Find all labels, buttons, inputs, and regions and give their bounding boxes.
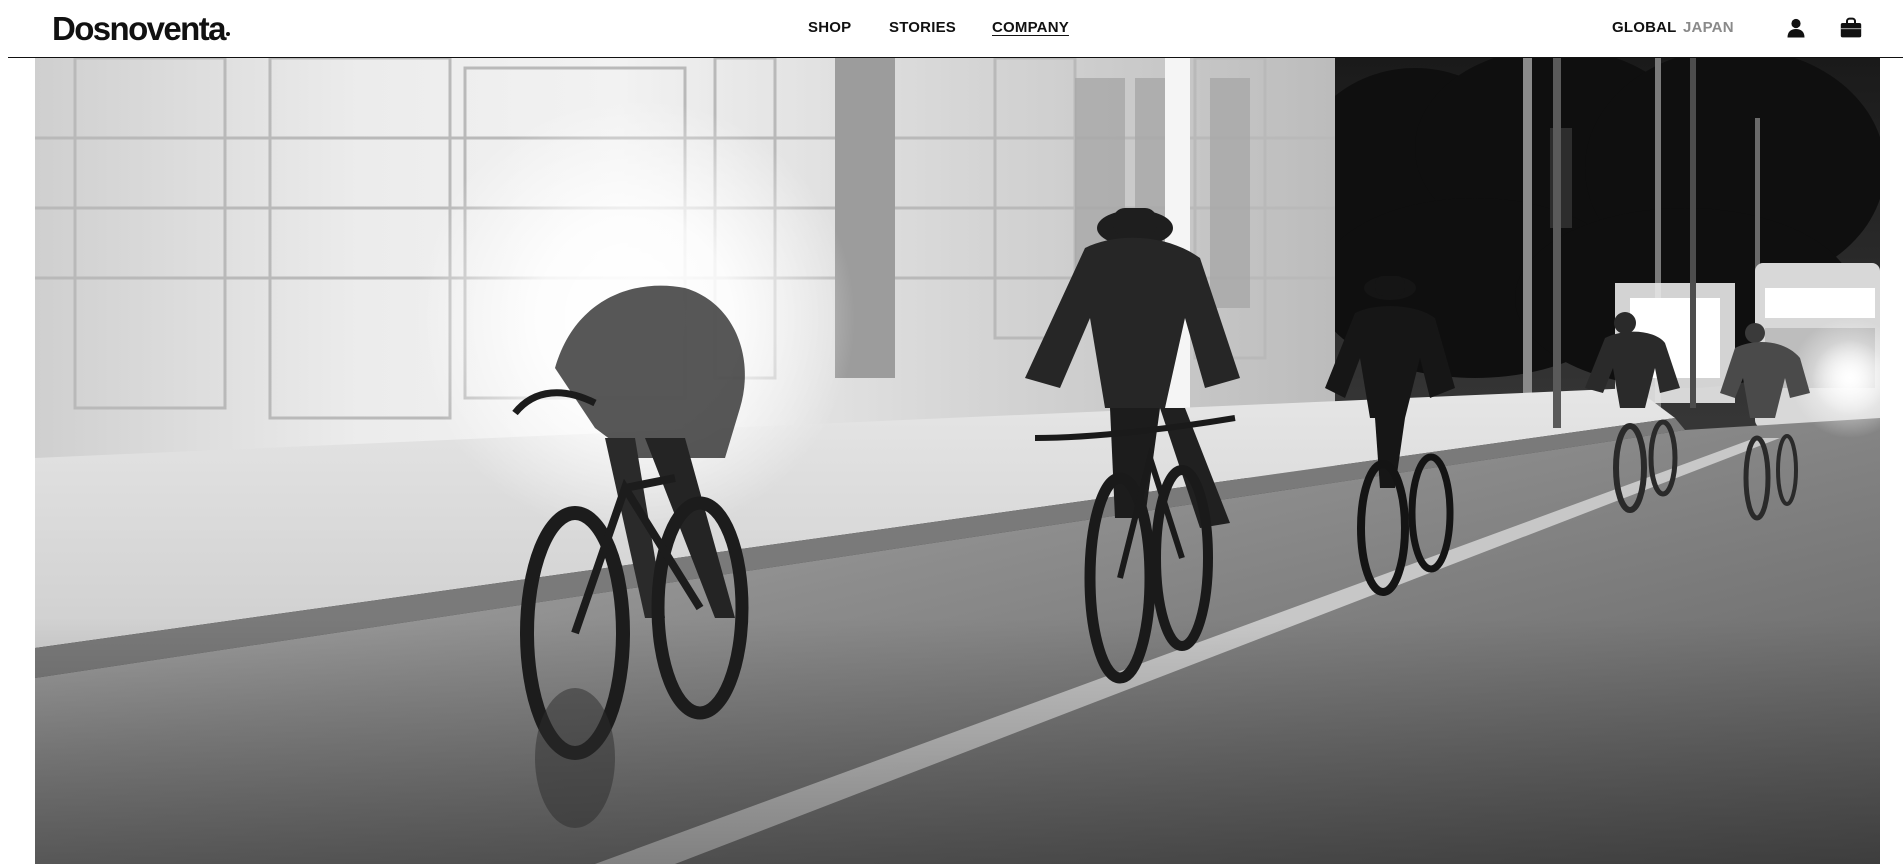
hero-photo: TONA [35,58,1880,864]
road-shadow [35,618,1880,864]
nav-stories-link[interactable]: STORIES [889,19,956,37]
locale-global-link[interactable]: GLOBAL [1612,19,1677,37]
locale-japan-link[interactable]: JAPAN [1683,19,1734,37]
hero-banner[interactable]: TONA [35,58,1880,864]
shopping-bag-icon-graphic [1840,17,1862,38]
shopping-bag-icon[interactable] [1839,16,1863,40]
street-pole-back [1690,58,1696,408]
nav-company-link[interactable]: COMPANY [992,19,1069,37]
user-icon[interactable] [1784,16,1808,40]
street-pole-front [1553,58,1561,428]
user-icon-graphic [1787,18,1805,38]
site-header: Dosnoventa SHOP STORIES COMPANY GLOBAL J… [0,0,1903,58]
nav-shop-link[interactable]: SHOP [808,19,851,37]
page: Dosnoventa SHOP STORIES COMPANY GLOBAL J… [0,0,1903,864]
